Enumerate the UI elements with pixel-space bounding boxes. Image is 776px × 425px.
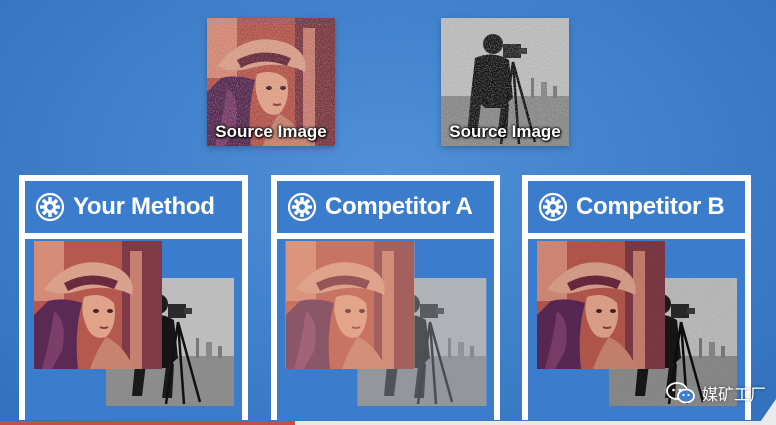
source-image-label: Source Image [215, 122, 327, 141]
panel-title: Competitor A [325, 193, 473, 220]
panel-header: Your Method [25, 181, 242, 233]
panel-title: Competitor B [576, 193, 725, 220]
panel-result [277, 239, 494, 420]
corner-arrow [758, 399, 776, 425]
source-image-cameraman: Source Image [441, 18, 569, 146]
result-composite-image [33, 241, 235, 406]
panel-your-method: Your Method [19, 175, 248, 420]
panel-header: Competitor A [277, 181, 494, 233]
panel-header: Competitor B [528, 181, 745, 233]
gear-icon [35, 192, 65, 222]
panel-result [25, 239, 242, 420]
gear-icon [538, 192, 568, 222]
wechat-icon [666, 382, 695, 404]
panel-competitor-a: Competitor A [271, 175, 500, 420]
panel-title: Your Method [73, 193, 215, 220]
source-image-lena: Source Image [207, 18, 335, 146]
bottom-strip [0, 421, 776, 425]
watermark-text: 媒矿工厂 [701, 387, 766, 404]
watermark: 媒矿工厂 [666, 381, 766, 405]
result-composite-image [285, 241, 487, 406]
gear-icon [287, 192, 317, 222]
source-image-label: Source Image [449, 122, 561, 141]
